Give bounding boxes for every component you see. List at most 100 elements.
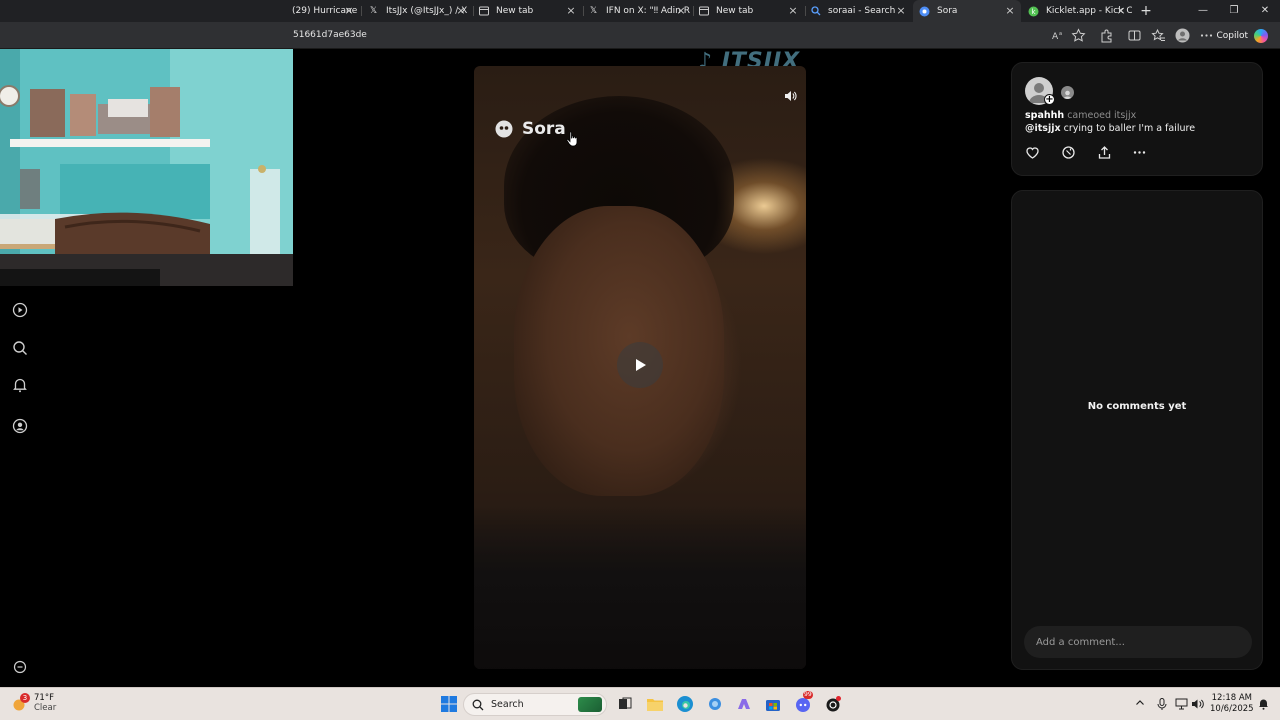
tab-kicklet[interactable]: k Kicklet.app - Kick C ×	[1024, 0, 1132, 22]
clock-date: 10/6/2025	[1210, 704, 1254, 714]
webcam-overlay	[0, 49, 293, 286]
search-icon	[472, 699, 484, 710]
home-feed-icon[interactable]	[12, 302, 28, 318]
sora-logo: Sora	[494, 119, 566, 139]
close-tab-icon[interactable]: ×	[786, 4, 800, 18]
windows-logo-icon	[441, 696, 457, 712]
svg-text:a: a	[1059, 31, 1062, 37]
taskbar-clock[interactable]: 12:18 AM 10/6/2025	[1210, 693, 1254, 715]
copilot-app-icon[interactable]	[734, 694, 754, 714]
store-icon[interactable]	[763, 694, 783, 714]
play-button[interactable]	[617, 342, 663, 388]
post-attribution: spahhh cameoed itsjjx	[1025, 110, 1136, 121]
copilot-logo-icon	[1254, 28, 1268, 43]
copilot-label: Copilot	[1216, 30, 1248, 41]
more-options-icon[interactable]	[12, 659, 28, 675]
taskbar-search-label: Search	[491, 699, 524, 710]
tab-sora[interactable]: Sora ×	[913, 0, 1021, 22]
weather-widget[interactable]: 3 71°F Clear	[12, 693, 56, 713]
url-field[interactable]: 51661d7ae63de	[293, 30, 367, 40]
notification-center-icon[interactable]	[1257, 698, 1270, 711]
profile-avatar-icon[interactable]	[1175, 28, 1190, 43]
close-tab-icon[interactable]: ×	[894, 4, 908, 18]
clock-time: 12:18 AM	[1211, 693, 1252, 703]
comment-input[interactable]	[1024, 626, 1252, 658]
remix-icon[interactable]	[1061, 145, 1076, 160]
favorites-icon[interactable]	[1151, 28, 1166, 43]
play-icon	[636, 359, 646, 371]
video-player[interactable]: Sora	[474, 66, 806, 669]
tab-new-tab-1[interactable]: New tab ×	[476, 0, 582, 22]
video-frame-face	[514, 206, 724, 496]
discord-badge: 99	[803, 691, 813, 699]
favorite-star-icon[interactable]	[1071, 28, 1086, 43]
volume-icon[interactable]	[1191, 698, 1204, 711]
caption-mention[interactable]: @itsjjx	[1025, 123, 1061, 134]
tab-itsjjx-x[interactable]: 𝕏 ItsJJx (@ItsJJx_) / X ×	[364, 0, 472, 22]
close-tab-icon[interactable]: ×	[342, 4, 356, 18]
tab-strip: (29) Hurricane × 𝕏 ItsJJx (@ItsJJx_) / X…	[0, 0, 1280, 22]
svg-text:A: A	[1052, 32, 1059, 42]
profile-icon[interactable]	[12, 418, 28, 434]
microphone-icon[interactable]	[1155, 698, 1168, 711]
address-bar: 51661d7ae63de Aa Copilot	[0, 22, 1280, 49]
sora-icon	[919, 6, 930, 17]
sora-logo-icon	[495, 120, 513, 138]
comments-panel: No comments yet	[1011, 190, 1263, 670]
search-highlight-image	[578, 697, 602, 712]
notifications-bell-icon[interactable]	[12, 377, 28, 393]
follow-plus-icon[interactable]: +	[1044, 94, 1055, 105]
discord-icon[interactable]: 99	[793, 691, 813, 714]
copilot-button[interactable]: Copilot	[1210, 26, 1272, 45]
close-tab-icon[interactable]: ×	[1003, 4, 1017, 18]
weather-temperature: 71°F	[34, 693, 54, 703]
speaker-icon[interactable]	[783, 89, 797, 103]
weather-condition: Clear	[34, 703, 57, 713]
cameo-text[interactable]: cameoed itsjjx	[1067, 110, 1136, 121]
close-window-button[interactable]: ✕	[1250, 0, 1280, 22]
windows-taskbar: 3 71°F Clear Search 99 12:18 AM 10/6/202…	[0, 687, 1280, 720]
tab-soraai-search[interactable]: soraai - Search ×	[808, 0, 912, 22]
newtab-icon	[478, 6, 489, 17]
sora-page: ♪ ITSJJX Sora + spahhh cameoed itsjjx @i…	[0, 49, 1280, 687]
caption-text: crying to baller I'm a failure	[1060, 123, 1196, 134]
close-tab-icon[interactable]: ×	[454, 4, 468, 18]
file-explorer-icon[interactable]	[645, 694, 665, 714]
task-view-icon[interactable]	[615, 694, 635, 714]
chatgpt-icon[interactable]	[823, 694, 843, 714]
extensions-icon[interactable]	[1099, 28, 1114, 43]
kicklet-icon: k	[1028, 6, 1039, 17]
app-icon-blue[interactable]	[705, 694, 725, 714]
post-caption: @itsjjx crying to baller I'm a failure	[1025, 123, 1195, 134]
x-logo-icon: 𝕏	[589, 6, 598, 16]
restore-button[interactable]: ❐	[1219, 0, 1249, 22]
new-tab-button[interactable]: +	[1131, 0, 1161, 22]
tab-new-tab-2[interactable]: New tab ×	[696, 0, 804, 22]
close-tab-icon[interactable]: ×	[1114, 4, 1128, 18]
close-tab-icon[interactable]: ×	[564, 4, 578, 18]
network-icon[interactable]	[1175, 698, 1188, 711]
weather-alert-badge: 3	[20, 693, 30, 703]
like-heart-icon[interactable]	[1025, 145, 1040, 160]
tab-ifn-x[interactable]: 𝕏 IFN on X: "‼ Adin R ×	[586, 0, 692, 22]
share-icon[interactable]	[1097, 145, 1112, 160]
empty-comments-text: No comments yet	[1087, 401, 1187, 412]
moon-weather-icon: 3	[12, 693, 30, 711]
read-aloud-icon[interactable]: Aa	[1051, 28, 1066, 43]
minimize-button[interactable]: —	[1188, 0, 1218, 22]
search-icon	[810, 6, 821, 17]
newtab-icon	[698, 6, 709, 17]
edge-browser-icon[interactable]	[675, 694, 695, 714]
start-button[interactable]	[439, 694, 459, 714]
more-icon[interactable]	[1132, 145, 1147, 160]
cameo-avatar[interactable]	[1061, 86, 1074, 99]
search-icon[interactable]	[12, 340, 28, 356]
close-tab-icon[interactable]: ×	[674, 4, 688, 18]
tab-hurricane[interactable]: (29) Hurricane ×	[292, 0, 360, 22]
video-frame-shirt	[474, 506, 806, 669]
chevron-up-icon[interactable]	[1133, 698, 1146, 711]
split-screen-icon[interactable]	[1127, 28, 1142, 43]
sora-logo-text: Sora	[522, 119, 566, 139]
taskbar-search[interactable]: Search	[463, 693, 607, 716]
author-username[interactable]: spahhh	[1025, 110, 1064, 121]
